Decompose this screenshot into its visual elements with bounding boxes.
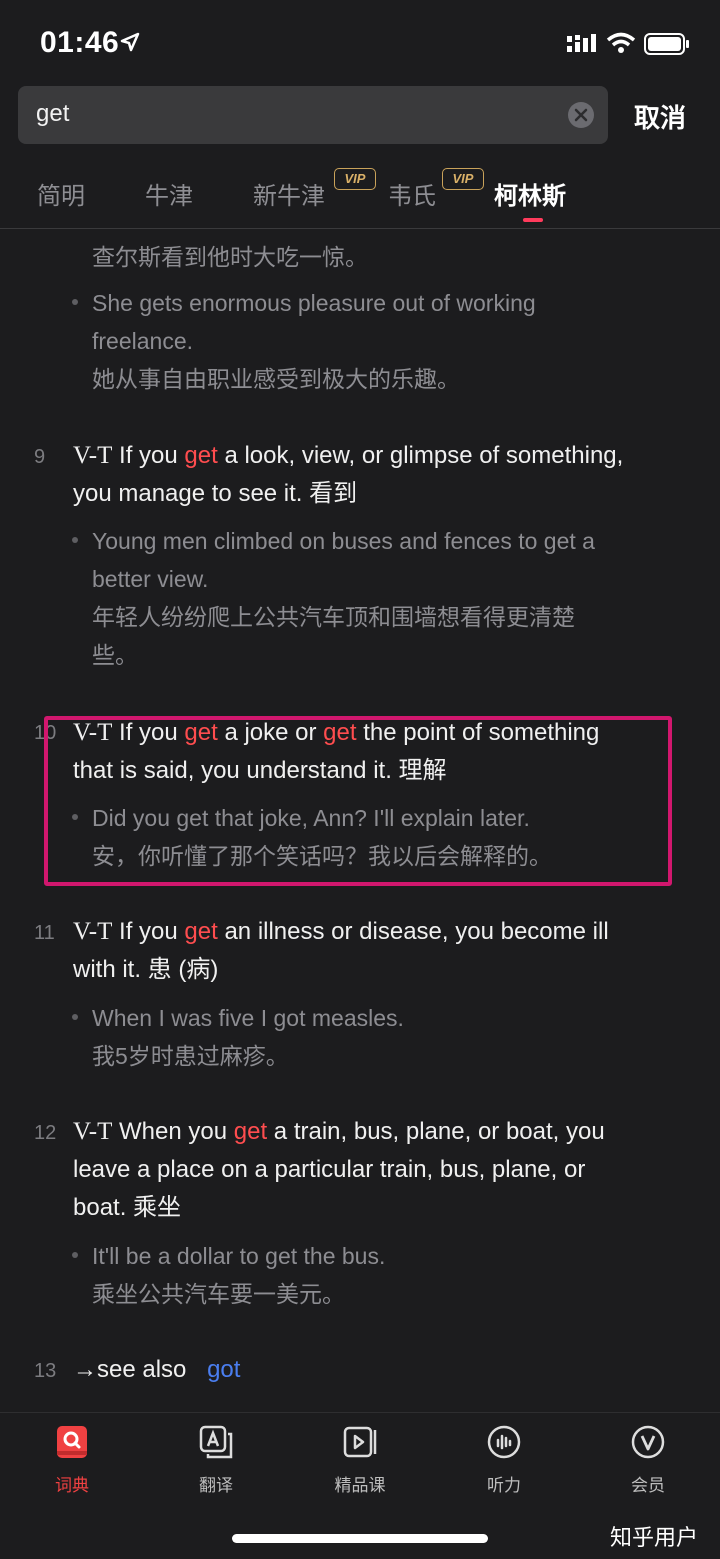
location-arrow-icon [120,32,140,52]
dictionary-icon [57,1426,87,1458]
vip-member-icon [631,1425,665,1459]
part-of-speech: V-T [73,442,113,469]
example-en: It'll be a dollar to get the bus. [92,1243,386,1269]
sense-number: 13 [34,1360,57,1382]
definition-text: V-T When you get a train, bus, plane, or… [73,1118,605,1145]
vip-badge: VIP [442,168,484,190]
tab-oxford[interactable]: 牛津 [145,176,193,211]
example-en: better view. [92,566,209,592]
example-bullet [72,1014,78,1020]
example-en: When I was five I got measles. [92,1005,404,1031]
nav-listening[interactable]: 听力 [459,1424,549,1496]
sense-number: 11 [34,922,55,944]
definition-text: V-T If you get an illness or disease, yo… [73,918,609,945]
keyword: get [184,918,218,945]
example-cn: 查尔斯看到他时大吃一惊。 [92,244,368,270]
example-cn: 乘坐公共汽车要一美元。 [92,1281,345,1307]
tabs-divider [0,228,720,229]
search-field[interactable] [18,86,608,144]
nav-course[interactable]: 精品课 [315,1424,405,1496]
example-cn: 她从事自由职业感受到极大的乐趣。 [92,366,460,392]
nav-label: 精品课 [334,1476,386,1495]
active-tab-indicator [523,218,543,222]
example-bullet [72,1252,78,1258]
tab-collins[interactable]: 柯林斯 [494,176,566,211]
cancel-button[interactable]: 取消 [634,98,686,135]
battery-icon [644,33,689,55]
example-cn: 些。 [92,642,138,668]
part-of-speech: V-T [73,918,113,945]
see-also: →see also got [73,1356,241,1383]
example-en: She gets enormous pleasure out of workin… [92,290,536,316]
nav-vip-member[interactable]: 会员 [603,1424,693,1496]
example-en: Young men climbed on buses and fences to… [92,528,595,554]
nav-label: 翻译 [199,1476,233,1495]
example-en: freelance. [92,328,194,354]
example-bullet [72,299,78,305]
definition-text: you manage to see it. 看到 [73,480,358,507]
wifi-icon [606,32,636,53]
tab-new-oxford[interactable]: 新牛津 [253,176,325,211]
sense-number: 9 [34,446,46,468]
example-cn: 我5岁时患过麻疹。 [92,1043,289,1069]
definition-text: boat. 乘坐 [73,1194,182,1221]
see-also-link[interactable]: got [207,1356,240,1383]
definition-text: leave a place on a particular train, bus… [73,1156,586,1183]
nav-label: 听力 [487,1476,521,1495]
nav-label: 词典 [55,1476,89,1495]
example-cn: 年轻人纷纷爬上公共汽车顶和围墙想看得更清楚 [92,604,575,630]
definition-list[interactable]: 查尔斯看到他时大吃一惊。 She gets enormous pleasure … [0,232,720,1412]
nav-dictionary[interactable]: 词典 [27,1424,117,1496]
home-indicator[interactable] [232,1534,488,1543]
example-bullet [72,537,78,543]
translate-icon [199,1425,233,1459]
clear-search-button[interactable] [568,102,594,128]
nav-translate[interactable]: 翻译 [171,1424,261,1496]
part-of-speech: V-T [73,1118,113,1145]
definition-text: V-T If you get a look, view, or glimpse … [73,442,624,469]
keyword: get [184,442,218,469]
definition-text: with it. 患 (病) [73,956,219,983]
keyword: get [233,1118,268,1145]
annotation-highlight-box [44,716,672,886]
tab-concise[interactable]: 简明 [37,176,85,211]
close-icon [574,108,588,122]
watermark: 知乎用户 [610,1525,699,1550]
status-time: 01:46 [40,26,120,59]
tab-webster[interactable]: 韦氏 [388,176,436,211]
nav-label: 会员 [631,1476,665,1495]
cellular-signal-icon [567,34,596,52]
listening-icon [487,1425,521,1459]
search-query[interactable]: get [36,100,69,128]
vip-badge: VIP [334,168,376,190]
course-icon [343,1426,377,1458]
sense-number: 12 [34,1122,57,1144]
